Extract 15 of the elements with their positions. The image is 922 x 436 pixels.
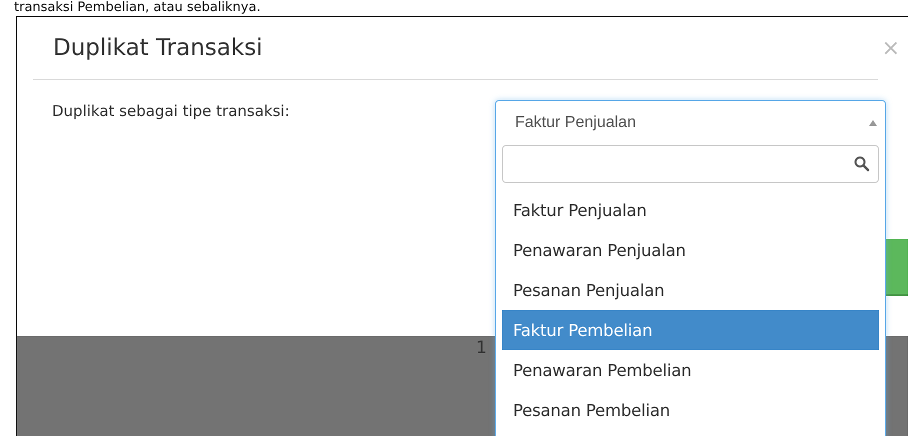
search-icon bbox=[854, 156, 870, 172]
caret-icon bbox=[869, 120, 877, 126]
dropdown-option[interactable]: Penawaran Penjualan bbox=[502, 230, 879, 270]
dropdown-option[interactable]: Faktur Penjualan bbox=[502, 190, 879, 230]
dropdown-option[interactable]: Penawaran Pembelian bbox=[502, 350, 879, 390]
field-label: Duplikat sebagai tipe transaksi: bbox=[52, 102, 290, 120]
search-field[interactable] bbox=[502, 145, 879, 183]
dropdown-option[interactable]: Pesanan Penjualan bbox=[502, 270, 879, 310]
intro-text: transaksi Pembelian, atau sebaliknya. bbox=[14, 0, 261, 15]
page-number: 1 bbox=[476, 338, 487, 358]
dialog-title: Duplikat Transaksi bbox=[52, 35, 263, 61]
dropdown-option[interactable]: Pesanan Pembelian bbox=[502, 390, 879, 430]
selected-value: Faktur Penjualan bbox=[515, 114, 636, 132]
dropdown-option[interactable]: Faktur Pembelian bbox=[502, 310, 879, 350]
transaction-type-dropdown[interactable]: Faktur Penjualan Faktur Penjualan Penawaran Penjualan Pesanan Penjualan Faktur Pembelian Penawaran Pembelian Pesanan Pembelian bbox=[495, 100, 886, 436]
